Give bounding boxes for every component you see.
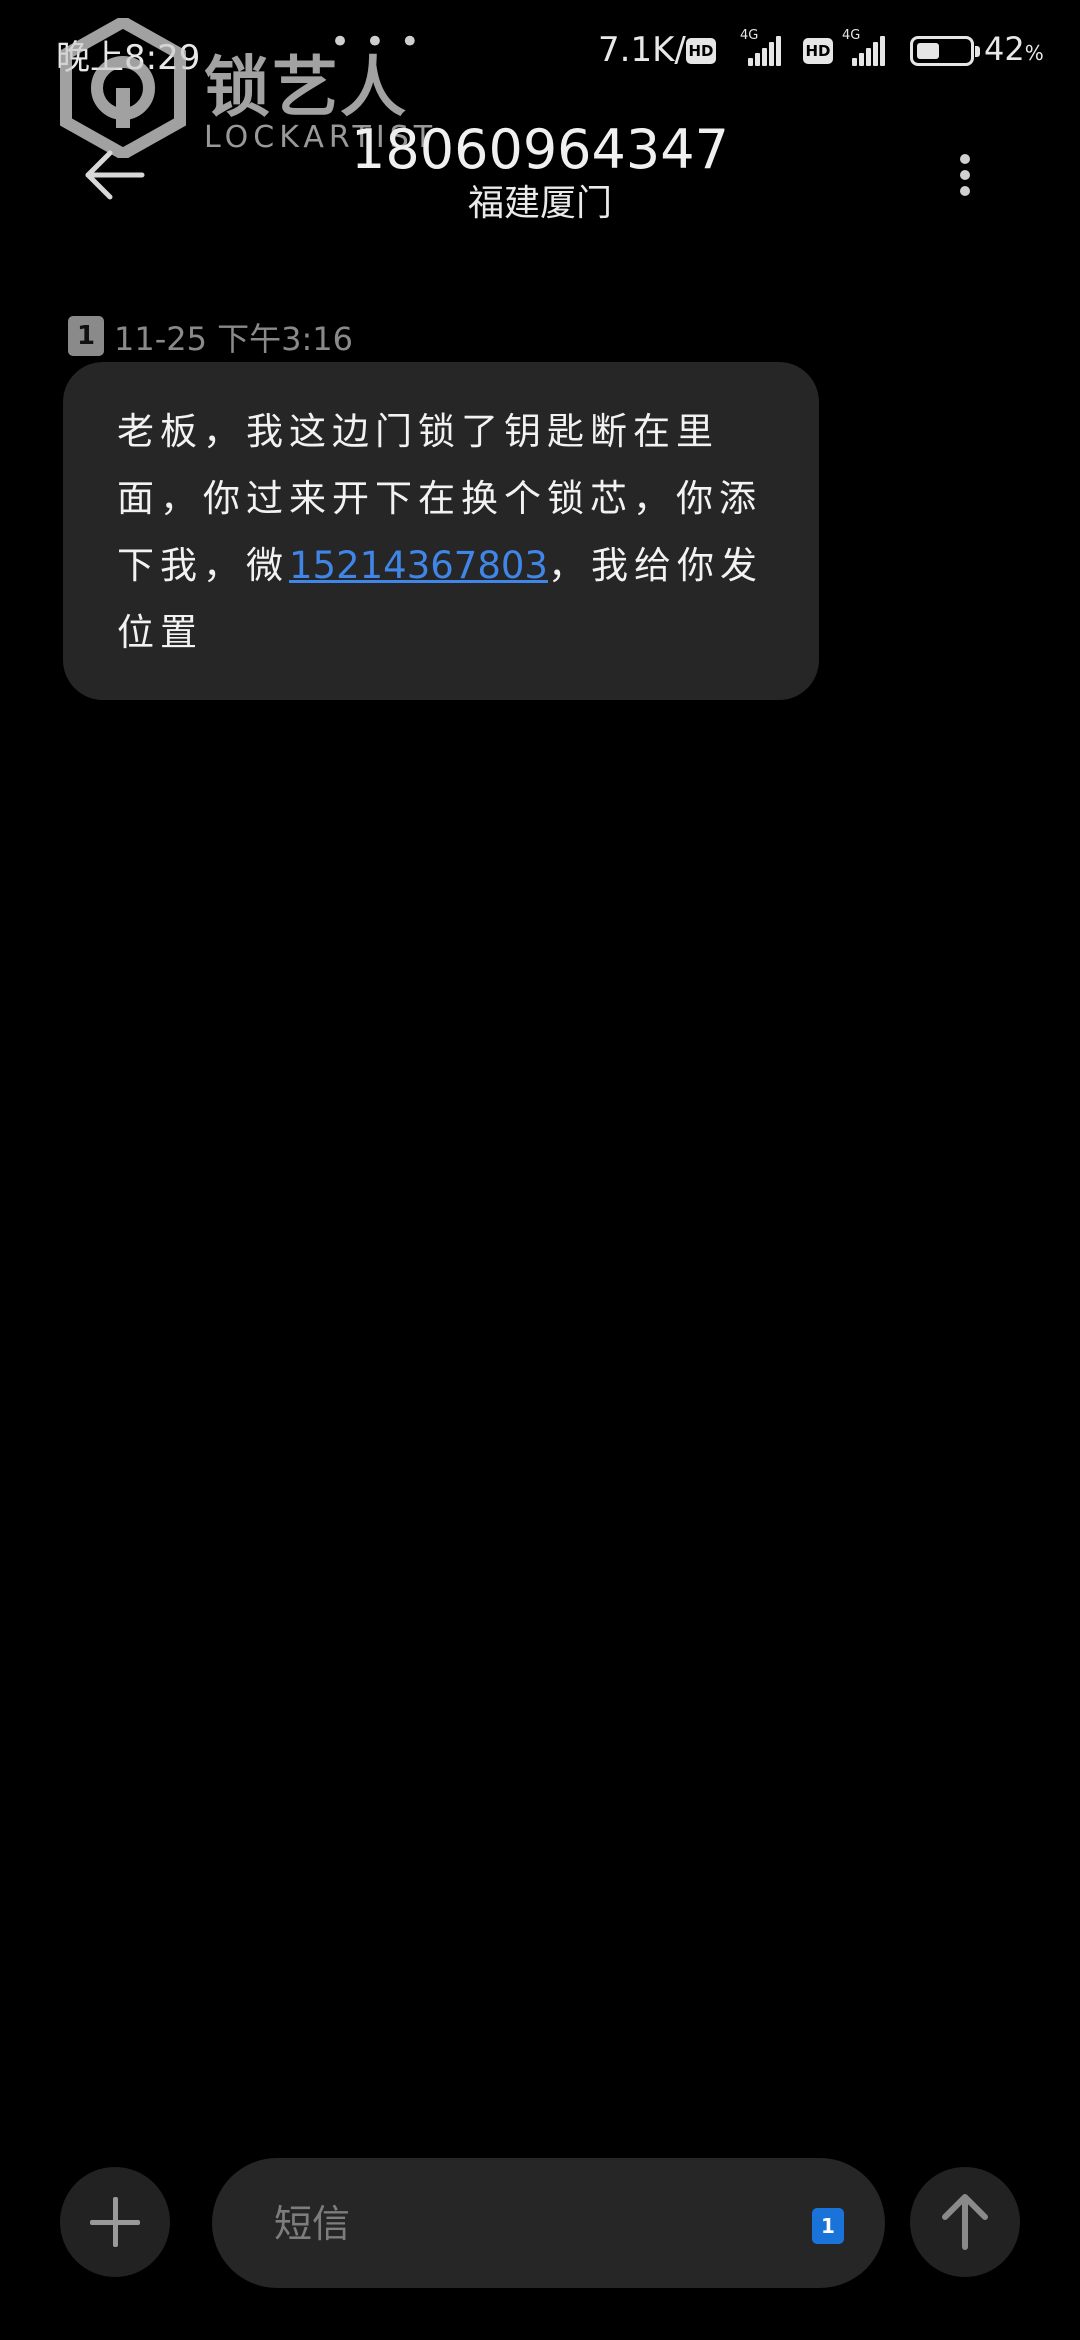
signal-strength-icon — [848, 36, 888, 66]
arrow-up-icon — [942, 2194, 988, 2250]
contact-phone-number: 18060964347 — [351, 118, 729, 181]
message-composer: 1 — [212, 2158, 885, 2288]
message-timestamp: 11-25 下午3:16 — [114, 320, 354, 358]
watermark-brand-cn: 锁艺人 — [204, 49, 408, 126]
message-text: 老板，我这边门锁了钥匙断在里面，你过来开下在换个锁芯，你添下我，微1521436… — [117, 410, 763, 654]
phone-number-link[interactable]: 15214367803 — [289, 544, 548, 587]
message-input[interactable] — [274, 2196, 754, 2252]
battery-icon — [910, 36, 980, 66]
send-button[interactable] — [910, 2167, 1020, 2277]
message-bubble[interactable]: 老板，我这边门锁了钥匙断在里面，你过来开下在换个锁芯，你添下我，微1521436… — [63, 362, 819, 700]
hd-icon: HD — [686, 38, 716, 64]
battery-percent: 42% — [984, 30, 1044, 68]
battery-level — [917, 43, 939, 59]
sim-slot-badge: 1 — [68, 316, 104, 356]
contact-location: 福建厦门 — [467, 183, 612, 224]
sim-select-button[interactable]: 1 — [812, 2208, 844, 2244]
hd-icon: HD — [803, 38, 833, 64]
signal-strength-icon — [740, 36, 781, 66]
add-attachment-button[interactable] — [60, 2167, 170, 2277]
more-options-button[interactable] — [950, 150, 980, 200]
